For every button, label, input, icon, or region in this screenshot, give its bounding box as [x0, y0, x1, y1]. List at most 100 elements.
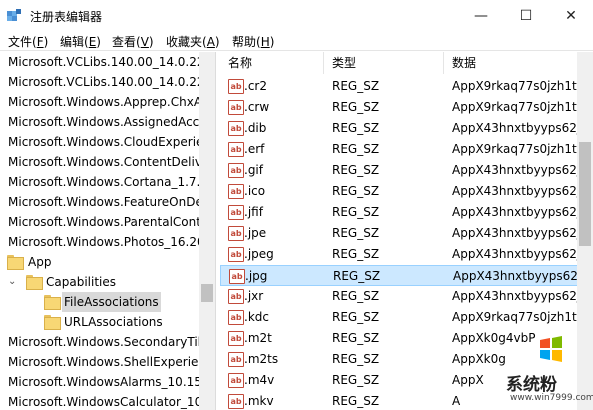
- value-data: AppX9rkaq77s0jzh1ty: [452, 310, 584, 324]
- tree-item[interactable]: Microsoft.Windows.ContentDelivery: [6, 152, 215, 172]
- value-name: .erf: [244, 142, 265, 156]
- value-row-selected[interactable]: ab .jpg REG_SZ AppX43hnxtbyyps62jh: [220, 265, 589, 286]
- value-type: REG_SZ: [332, 247, 380, 261]
- column-header-type[interactable]: 类型: [324, 52, 444, 74]
- menu-edit-end: ): [96, 35, 101, 49]
- menu-favorites[interactable]: 收藏夹(A): [166, 33, 220, 50]
- value-row[interactable]: ab .m2ts REG_SZ AppXk0g: [220, 349, 578, 370]
- tree-item[interactable]: Microsoft.Windows.ParentalControls: [6, 212, 215, 232]
- tree-item[interactable]: Microsoft.VCLibs.140.00_14.0.2291: [6, 72, 216, 92]
- tree-item[interactable]: Microsoft.VCLibs.140.00_14.0.2291: [6, 52, 215, 72]
- tree-item[interactable]: Microsoft.Windows.SecondaryTile: [6, 332, 210, 352]
- tree-item-label: Microsoft.WindowsAlarms_10.151: [8, 375, 210, 389]
- string-value-icon: ab: [228, 394, 244, 409]
- value-row[interactable]: ab .crw REG_SZ AppX9rkaq77s0jzh1ty: [220, 97, 584, 118]
- chevron-down-icon[interactable]: ⌄: [8, 272, 16, 292]
- tree-item[interactable]: Microsoft.Windows.ShellExperience: [6, 352, 216, 372]
- menu-view[interactable]: 查看(V): [112, 33, 154, 50]
- menu-file-end: ): [43, 35, 49, 49]
- tree-item-label: Microsoft.Windows.AssignedAccess: [8, 115, 216, 129]
- value-type: REG_SZ: [333, 269, 381, 283]
- value-type: REG_SZ: [332, 121, 380, 135]
- folder-icon: [44, 295, 61, 310]
- tree-item-label: Microsoft.VCLibs.140.00_14.0.2291: [8, 75, 216, 89]
- value-data: AppXk0g4vbP: [452, 331, 536, 345]
- value-row[interactable]: ab .erf REG_SZ AppX9rkaq77s0jzh1ty: [220, 139, 584, 160]
- value-type: REG_SZ: [332, 100, 380, 114]
- tree-item-app[interactable]: App: [6, 252, 196, 272]
- tree-scrollbar-thumb[interactable]: [201, 284, 213, 302]
- tree-item[interactable]: Microsoft.Windows.Photos_16.20: [6, 232, 207, 252]
- value-row[interactable]: ab .jfif REG_SZ AppX43hnxtbyyps62jh: [220, 202, 588, 223]
- value-name: .m2t: [244, 331, 272, 345]
- folder-icon: [26, 275, 43, 290]
- value-name: .jpg: [245, 269, 268, 283]
- value-row[interactable]: ab .jpe REG_SZ AppX43hnxtbyyps62jh: [220, 223, 588, 244]
- list-scrollbar[interactable]: [577, 52, 593, 410]
- list-scrollbar-thumb[interactable]: [579, 142, 591, 246]
- tree-scrollbar[interactable]: [199, 52, 215, 410]
- tree-item-label: Microsoft.WindowsCalculator_10.: [8, 395, 207, 409]
- menu-help-key: H: [260, 35, 270, 49]
- registry-tree[interactable]: Microsoft.VCLibs.140.00_14.0.2291 Micros…: [0, 52, 216, 410]
- value-type: REG_SZ: [332, 79, 380, 93]
- value-row[interactable]: ab .gif REG_SZ AppX43hnxtbyyps62jh: [220, 160, 588, 181]
- watermark-logo-icon: [540, 336, 562, 362]
- tree-item[interactable]: Microsoft.Windows.AssignedAccess: [6, 112, 216, 132]
- column-header-name[interactable]: 名称: [220, 52, 324, 74]
- menu-edit[interactable]: 编辑(E): [60, 33, 101, 50]
- maximize-button[interactable]: ☐: [503, 0, 549, 31]
- close-button[interactable]: ✕: [548, 0, 593, 31]
- tree-item-label: Microsoft.Windows.CloudExperience: [8, 135, 216, 149]
- value-row[interactable]: ab .kdc REG_SZ AppX9rkaq77s0jzh1ty: [220, 307, 584, 328]
- column-header-data[interactable]: 数据: [444, 52, 593, 74]
- value-data: AppX: [452, 373, 484, 387]
- tree-item[interactable]: Microsoft.Windows.FeatureOnDemand: [6, 192, 215, 212]
- menu-view-label: 查看(: [112, 35, 141, 49]
- value-type: REG_SZ: [332, 163, 380, 177]
- value-name: .ico: [244, 184, 266, 198]
- value-data: AppXk0g: [452, 352, 506, 366]
- value-name: .dib: [244, 121, 267, 135]
- value-row[interactable]: ab .jxr REG_SZ AppX43hnxtbyyps62jh: [220, 286, 588, 307]
- value-name: .crw: [244, 100, 270, 114]
- tree-item[interactable]: Microsoft.WindowsAlarms_10.151: [6, 372, 212, 392]
- tree-item[interactable]: Microsoft.Windows.Apprep.ChxApp: [6, 92, 215, 112]
- value-data: AppX43hnxtbyyps62jh: [452, 226, 588, 240]
- value-row[interactable]: ab .jpeg REG_SZ AppX43hnxtbyyps62jh: [220, 244, 588, 265]
- tree-item-label: FileAssociations: [62, 292, 161, 312]
- value-data: AppX43hnxtbyyps62jh: [452, 289, 588, 303]
- string-value-icon: ab: [228, 142, 244, 157]
- tree-item-capabilities[interactable]: ⌄ Capabilities: [6, 272, 196, 292]
- menu-file-label: 文件(: [8, 35, 37, 49]
- minimize-button[interactable]: —: [458, 0, 504, 31]
- folder-icon: [7, 255, 24, 270]
- value-data: AppX43hnxtbyyps62jh: [452, 121, 588, 135]
- value-type: REG_SZ: [332, 205, 380, 219]
- value-data: A: [452, 394, 461, 408]
- menu-view-key: V: [140, 35, 149, 49]
- menu-favorites-end: ): [214, 35, 220, 49]
- value-name: .gif: [244, 163, 263, 177]
- tree-item-fileassociations[interactable]: FileAssociations: [6, 292, 196, 312]
- value-row[interactable]: ab .ico REG_SZ AppX43hnxtbyyps62jh: [220, 181, 588, 202]
- value-type: REG_SZ: [332, 226, 380, 240]
- value-type: REG_SZ: [332, 184, 380, 198]
- title-bar[interactable]: 注册表编辑器 — ☐ ✕: [0, 0, 593, 31]
- value-data: AppX9rkaq77s0jzh1ty: [452, 142, 584, 156]
- tree-item[interactable]: Microsoft.Windows.Cortana_1.7.0: [6, 172, 210, 192]
- value-type: REG_SZ: [332, 310, 380, 324]
- value-row[interactable]: ab .m2t REG_SZ AppXk0g4vbP: [220, 328, 578, 349]
- value-row[interactable]: ab .dib REG_SZ AppX43hnxtbyyps62jh: [220, 118, 588, 139]
- tree-item-label: Microsoft.Windows.ShellExperience: [8, 355, 216, 369]
- string-value-icon: ab: [228, 226, 244, 241]
- value-type: REG_SZ: [332, 373, 380, 387]
- tree-item-label: Microsoft.Windows.SecondaryTile: [8, 335, 209, 349]
- tree-item[interactable]: Microsoft.WindowsCalculator_10.: [6, 392, 208, 410]
- value-name: .jpeg: [244, 247, 274, 261]
- menu-file[interactable]: 文件(F): [8, 33, 48, 50]
- value-row[interactable]: ab .cr2 REG_SZ AppX9rkaq77s0jzh1ty: [220, 76, 584, 97]
- menu-help[interactable]: 帮助(H): [232, 33, 274, 50]
- tree-item-urlassociations[interactable]: URLAssociations: [6, 312, 196, 332]
- tree-item[interactable]: Microsoft.Windows.CloudExperience: [6, 132, 216, 152]
